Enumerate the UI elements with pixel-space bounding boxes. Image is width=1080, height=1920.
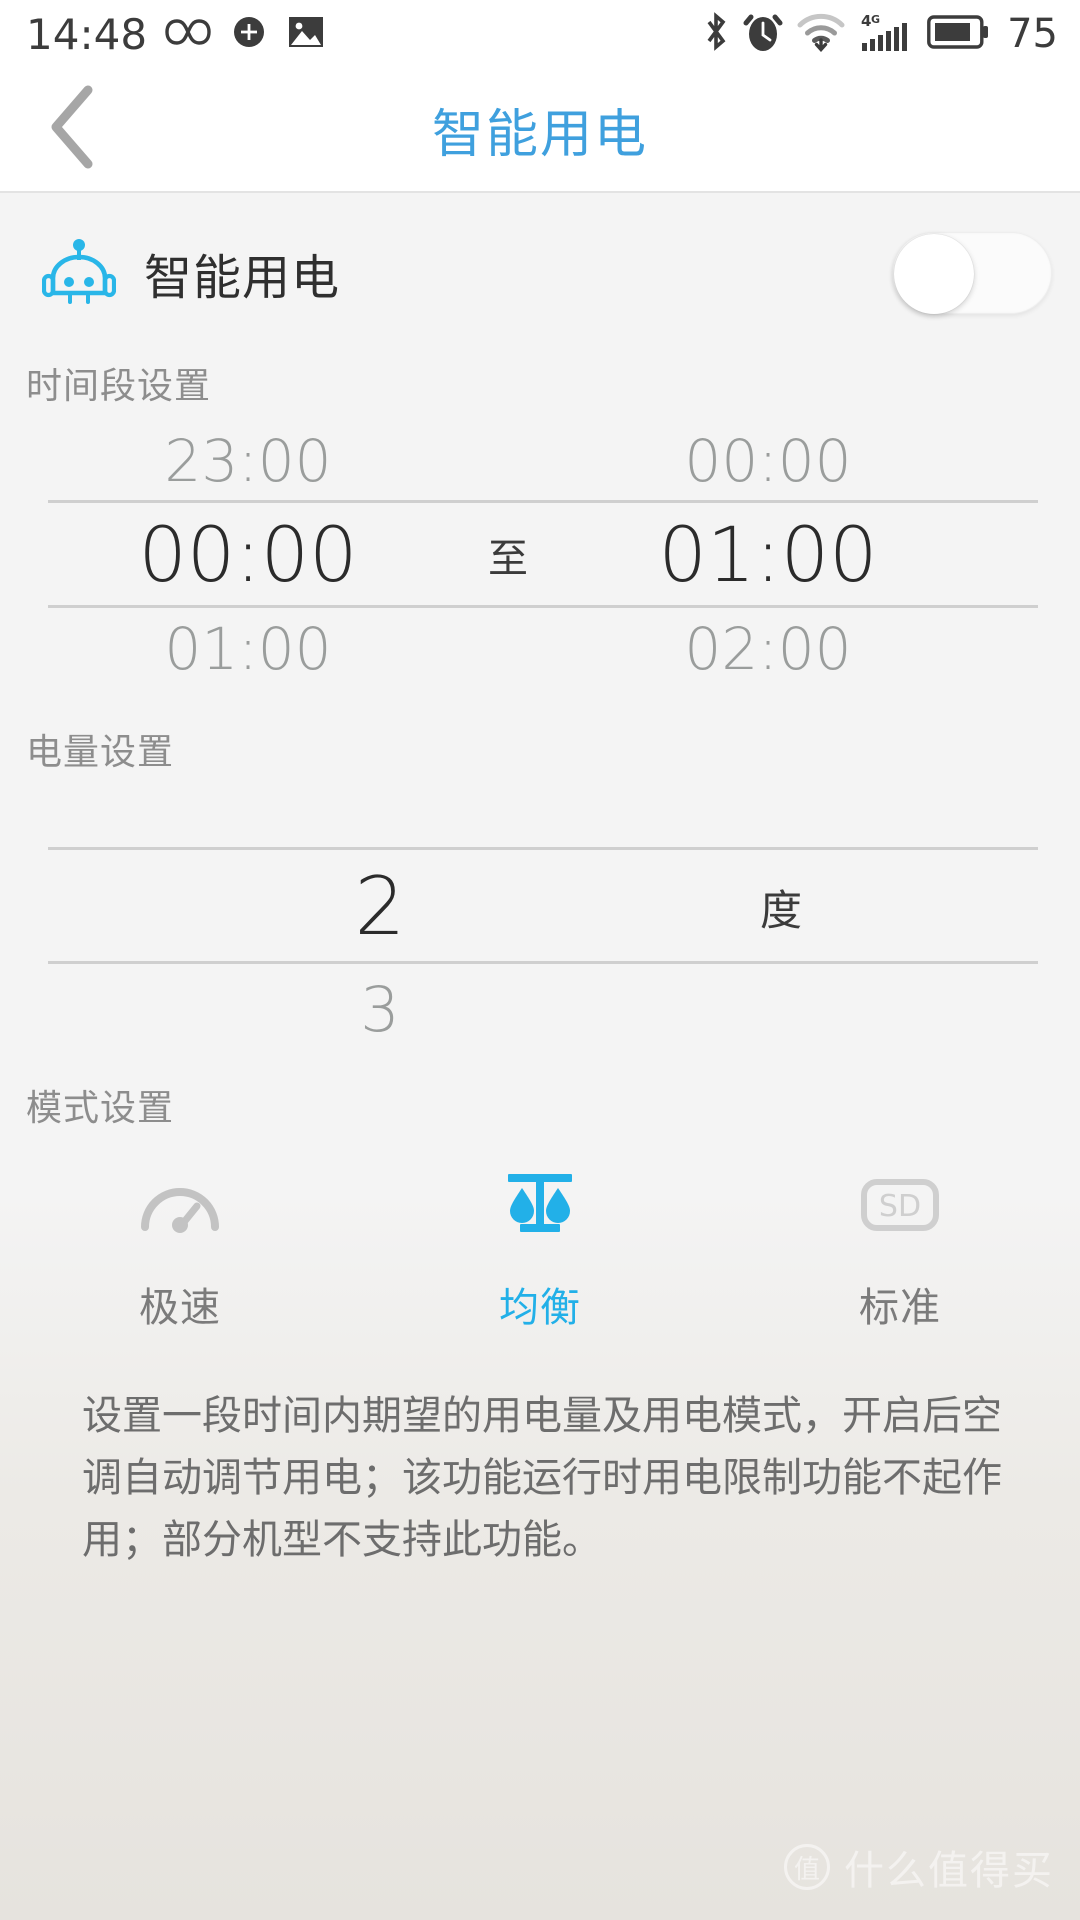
power-row-selected[interactable]: 2 度: [0, 857, 1080, 957]
power-picker-divider-top: [48, 847, 1038, 850]
svg-text:4: 4: [861, 12, 871, 30]
chevron-left-icon: [46, 84, 100, 175]
status-bar-right: 4 G 75: [703, 10, 1058, 59]
toggle-knob: [894, 234, 974, 314]
power-section: 电量设置 2 度 3: [0, 723, 1080, 1069]
mode-list: 极速 均衡 SD 标准: [0, 1157, 1080, 1333]
power-value-selected[interactable]: 2: [0, 857, 760, 957]
power-value-next: 3: [360, 973, 400, 1046]
time-row-selected[interactable]: 00:00 至 01:00: [0, 507, 1080, 603]
power-row-next[interactable]: 3: [0, 971, 1080, 1049]
battery-percent-label: 75: [1007, 11, 1058, 57]
sync-rotate-icon: [229, 12, 269, 57]
time-start-selected[interactable]: 00:00: [48, 507, 448, 603]
time-section-label: 时间段设置: [26, 365, 212, 406]
time-range-picker[interactable]: 23:00 00:00 00:00 至 01:00 01:00 02:00: [0, 427, 1080, 687]
mode-section-label: 模式设置: [26, 1087, 175, 1128]
time-end-previous: 00:00: [684, 427, 852, 495]
smart-power-label: 智能用电: [144, 252, 341, 305]
time-picker-divider-top: [48, 500, 1038, 503]
mode-item-balance[interactable]: 均衡: [360, 1157, 720, 1333]
mode-label-speed: 极速: [139, 1286, 221, 1330]
wifi-icon: [797, 12, 845, 57]
speedometer-icon: [132, 1157, 228, 1253]
time-start-previous: 23:00: [164, 427, 332, 495]
time-start-next: 01:00: [164, 615, 332, 683]
robot-head-icon: [41, 236, 117, 310]
watermark-logo: 值: [784, 1844, 830, 1890]
mode-label-standard: 标准: [859, 1286, 941, 1330]
time-end-selected[interactable]: 01:00: [568, 507, 968, 603]
mode-label-balance: 均衡: [499, 1286, 581, 1330]
gallery-image-icon: [287, 13, 325, 56]
balance-scale-icon: [492, 1157, 588, 1253]
status-bar-left: 14:48: [26, 10, 325, 59]
power-unit-label: 度: [760, 886, 803, 934]
watermark-text: 什么值得买: [844, 1849, 1054, 1893]
mode-section: 模式设置 极速 均衡 SD 标准: [0, 1079, 1080, 1333]
mode-item-speed[interactable]: 极速: [0, 1157, 360, 1333]
description-text: 设置一段时间内期望的用电量及用电模式，开启后空调自动调节用电；该功能运行时用电限…: [82, 1394, 1002, 1562]
battery-icon: [927, 14, 989, 55]
power-picker-divider-bottom: [48, 961, 1038, 964]
power-amount-picker[interactable]: 2 度 3: [0, 809, 1080, 1069]
time-picker-divider-bottom: [48, 605, 1038, 608]
phone-screen: 14:48 4 G 75 智能用电 智能用电 时间段设置 23:00 00:00…: [0, 0, 1080, 1920]
watermark: 值 什么值得买: [784, 1838, 1054, 1896]
time-section: 时间段设置 23:00 00:00 00:00 至 01:00 01:00 02…: [0, 357, 1080, 687]
power-section-label: 电量设置: [26, 731, 175, 772]
smart-power-row[interactable]: 智能用电: [0, 193, 1080, 353]
alarm-clock-icon: [743, 10, 783, 59]
time-end-next: 02:00: [684, 615, 852, 683]
status-bar: 14:48 4 G 75: [0, 0, 1080, 68]
back-button[interactable]: [28, 85, 118, 175]
4g-signal-icon: 4 G: [859, 10, 913, 59]
time-row-next[interactable]: 01:00 02:00: [0, 613, 1080, 685]
smart-power-toggle[interactable]: [892, 232, 1052, 314]
time-row-previous[interactable]: 23:00 00:00: [0, 425, 1080, 497]
title-bar: 智能用电: [0, 68, 1080, 193]
time-separator-label: 至: [488, 537, 528, 581]
status-clock: 14:48: [26, 9, 148, 59]
page-title: 智能用电: [431, 106, 648, 164]
svg-text:SD: SD: [879, 1189, 921, 1224]
svg-text:G: G: [871, 13, 880, 26]
infinity-icon: [165, 17, 211, 52]
sd-badge-icon: SD: [852, 1157, 948, 1253]
mode-item-standard[interactable]: SD 标准: [720, 1157, 1080, 1333]
bluetooth-icon: [703, 10, 729, 59]
